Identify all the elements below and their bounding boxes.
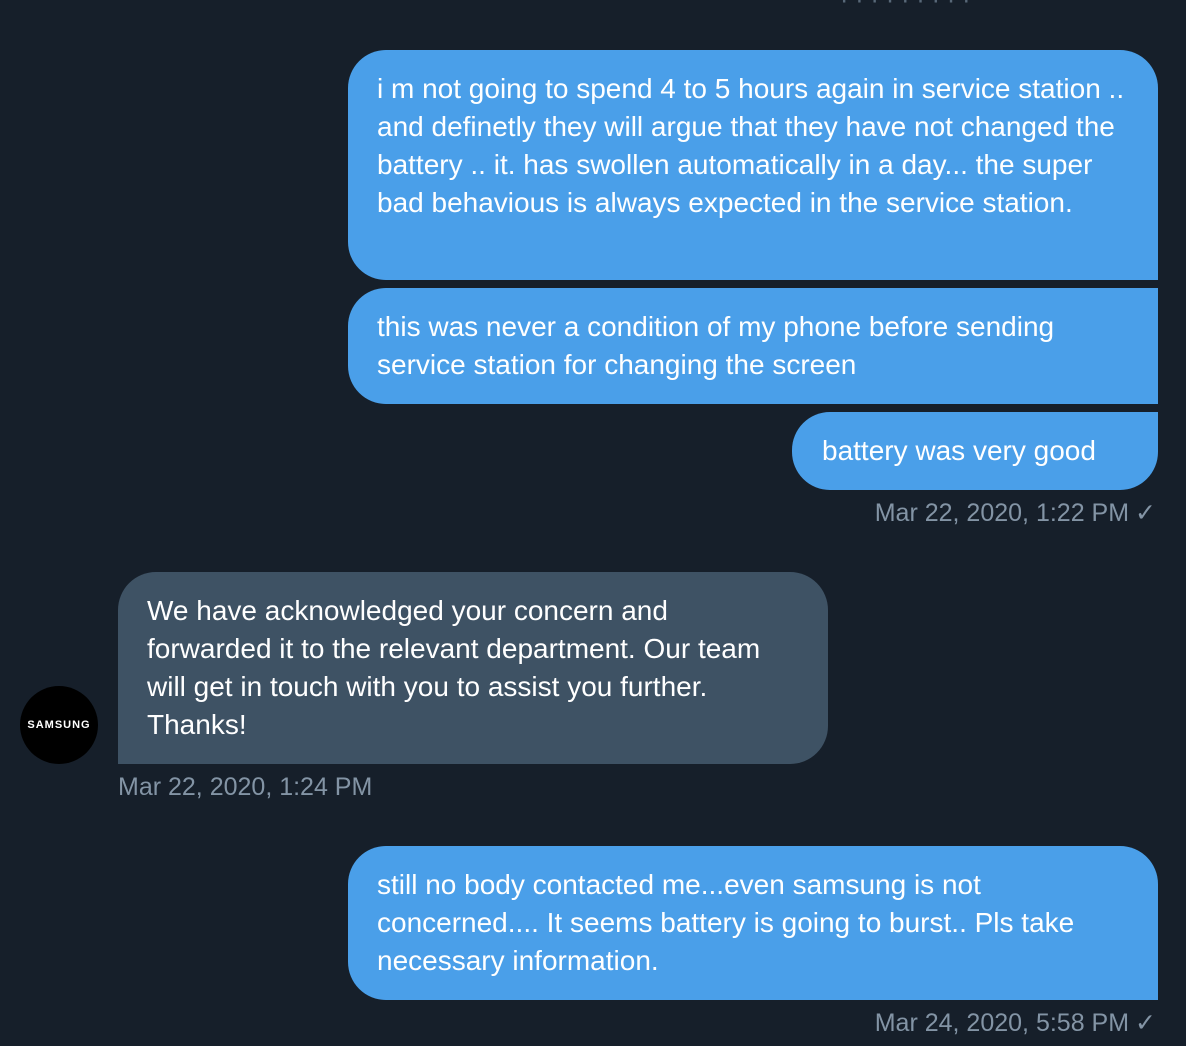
- message-bubble-outgoing[interactable]: this was never a condition of my phone b…: [348, 288, 1158, 404]
- message-timestamp: Mar 22, 2020, 1:24 PM: [118, 772, 372, 802]
- message-text: still no body contacted me...even samsun…: [377, 869, 1075, 976]
- message-text: We have acknowledged your concern and fo…: [147, 595, 761, 740]
- timestamp-text: Mar 22, 2020, 1:22 PM: [874, 499, 1130, 527]
- timestamp-text: Mar 22, 2020, 1:24 PM: [118, 773, 373, 801]
- read-receipt-check-icon: ✓: [1135, 499, 1156, 527]
- message-bubble-outgoing[interactable]: battery was very good: [792, 412, 1158, 490]
- avatar[interactable]: SAMSUNG: [20, 686, 98, 764]
- message-timestamp: Mar 22, 2020, 1:22 PM ✓: [875, 498, 1156, 528]
- message-text: i m not going to spend 4 to 5 hours agai…: [377, 73, 1125, 218]
- read-receipt-check-icon: ✓: [1135, 1009, 1156, 1037]
- message-text: this was never a condition of my phone b…: [377, 311, 1055, 380]
- message-bubble-outgoing[interactable]: still no body contacted me...even samsun…: [348, 846, 1158, 1000]
- cropped-previous-timestamp: · · · · · · · · ·: [840, 0, 1090, 6]
- message-bubble-incoming[interactable]: We have acknowledged your concern and fo…: [118, 572, 828, 764]
- message-bubble-outgoing[interactable]: i m not going to spend 4 to 5 hours agai…: [348, 50, 1158, 280]
- timestamp-text: Mar 24, 2020, 5:58 PM: [874, 1009, 1130, 1037]
- conversation-thread: · · · · · · · · · i m not going to spend…: [0, 0, 1186, 1046]
- avatar-logo-text: SAMSUNG: [27, 719, 91, 731]
- message-text: battery was very good: [822, 435, 1096, 466]
- message-timestamp: Mar 24, 2020, 5:58 PM ✓: [875, 1008, 1156, 1038]
